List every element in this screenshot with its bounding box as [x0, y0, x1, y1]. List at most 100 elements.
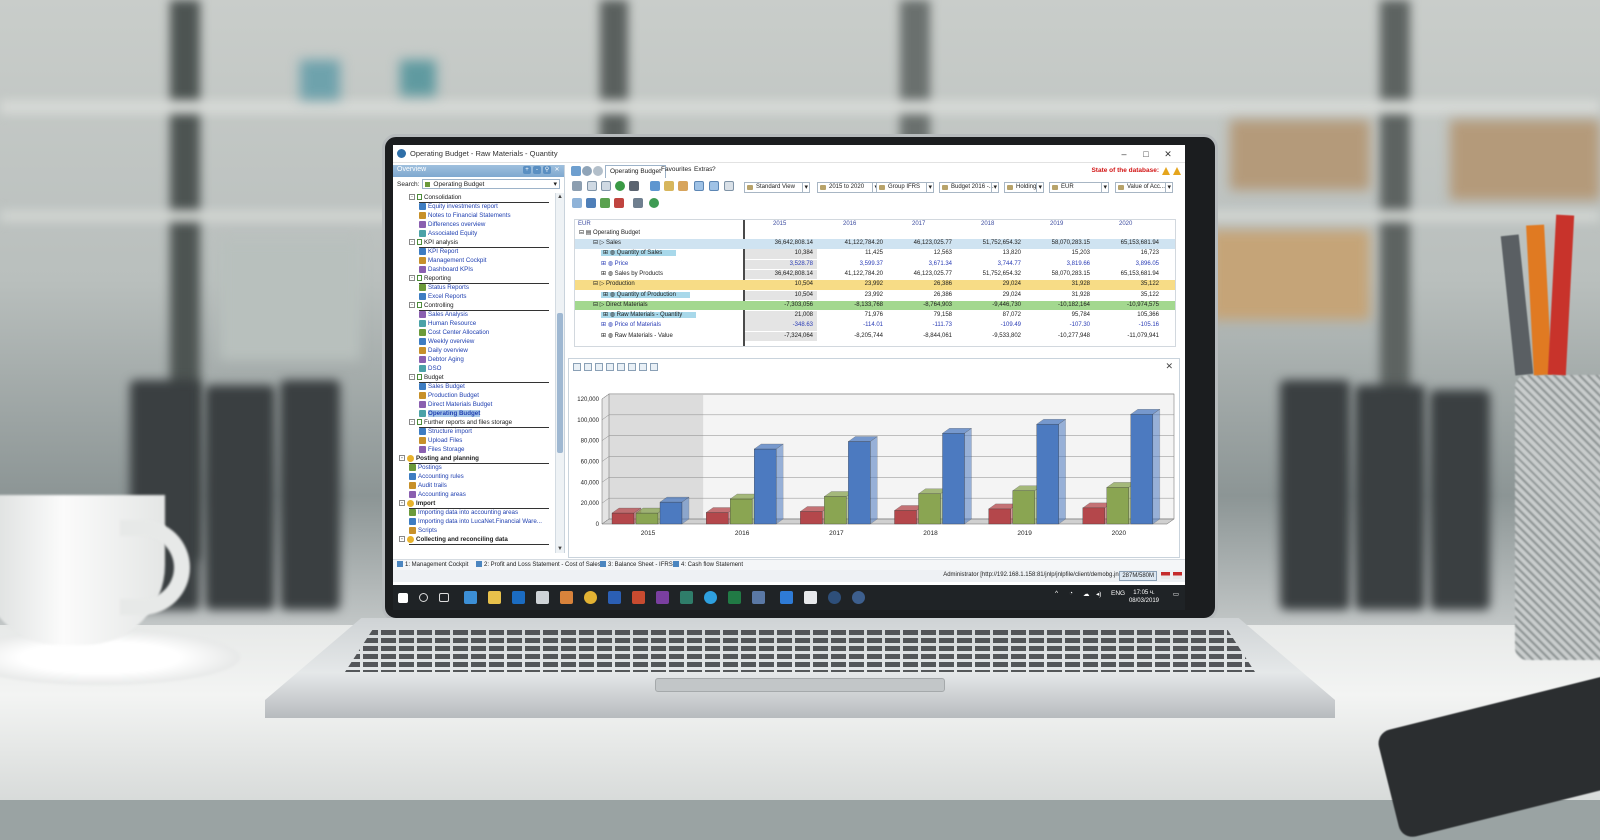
grid-cell[interactable]: 65,153,681.94 [1091, 239, 1159, 249]
tree-item[interactable]: Excel Reports [419, 292, 467, 301]
tree-item[interactable]: Structure import [419, 427, 472, 436]
layout-icon[interactable] [724, 181, 734, 191]
bar[interactable] [1082, 507, 1105, 525]
tree-item[interactable]: Scripts [409, 526, 437, 535]
collapse-toggle-icon[interactable]: - [409, 302, 415, 309]
menu-help[interactable]: ? [712, 166, 716, 173]
table-icon[interactable] [572, 181, 582, 191]
collapse-toggle-icon[interactable]: - [399, 455, 405, 462]
notifications-icon[interactable]: ▭ [1173, 590, 1179, 598]
warning-icon[interactable] [1162, 167, 1170, 175]
grid-cell[interactable]: -7,324,064 [745, 332, 813, 342]
grid-row[interactable]: ⊞ ◍ Price 3,528.78 3,599.37 3,671.34 3,744.7… [575, 259, 1175, 270]
back-icon[interactable] [582, 166, 592, 176]
tree-item[interactable]: - KPI analysis [409, 238, 458, 247]
grid-cell[interactable]: 65,153,681.94 [1091, 270, 1159, 280]
tree-item[interactable]: Accounting rules [409, 472, 464, 481]
tree-item[interactable]: Importing data into LucaNet.Financial Wa… [409, 517, 542, 526]
grid-cell[interactable]: -8,133,768 [815, 301, 883, 311]
sheet-tab[interactable]: 3: Balance Sheet - IFRS [600, 560, 673, 570]
tree-collapse-icon[interactable]: - [533, 166, 541, 174]
grid-row[interactable]: ⊞ ◍ Price of Materials -348.63 -114.01 -111… [575, 321, 1175, 331]
sheet-tab[interactable]: 2: Profit and Loss Statement - Cost of S… [476, 560, 601, 570]
tree-item[interactable]: - Import [399, 499, 435, 508]
grid-cell[interactable]: -11,079,941 [1091, 332, 1159, 342]
forward-icon[interactable] [593, 166, 603, 176]
bar[interactable] [1130, 414, 1153, 525]
tree-item[interactable]: Status Reports [419, 283, 469, 292]
tree-item[interactable]: Human Resource [419, 319, 476, 328]
panel-right-icon[interactable] [586, 198, 596, 208]
grid-cell[interactable]: 10,384 [745, 249, 813, 259]
grid-cell[interactable]: 10,504 [745, 280, 813, 290]
tree-item[interactable]: Equity investments report [419, 202, 498, 211]
language-indicator[interactable]: ENG [1111, 590, 1125, 597]
tree-item[interactable]: KPI Report [419, 247, 458, 256]
grid-cell[interactable]: 26,386 [884, 280, 952, 290]
tray-chevron-icon[interactable]: ^ [1055, 590, 1058, 597]
period-select[interactable]: 2015 to 2020 [817, 182, 880, 193]
collapse-toggle-icon[interactable]: - [409, 194, 415, 201]
tree-item[interactable]: Daily overview [419, 346, 468, 355]
grid-cell[interactable]: -114.01 [815, 321, 883, 331]
bar[interactable] [635, 512, 659, 525]
tree-item[interactable]: Notes to Financial Statements [419, 211, 511, 220]
open-icon[interactable] [664, 181, 674, 191]
tree-item[interactable]: Debtor Aging [419, 355, 464, 364]
collapse-toggle-icon[interactable]: - [409, 275, 415, 282]
grid-cell[interactable]: 13,820 [953, 249, 1021, 259]
volume-icon[interactable]: ◂) [1096, 590, 1101, 598]
grid-cell[interactable]: -10,974,575 [1091, 301, 1159, 311]
bar[interactable] [942, 433, 965, 525]
grid-cell[interactable]: 21,008 [745, 311, 813, 321]
bar[interactable] [730, 498, 753, 525]
grid-cell[interactable]: 29,024 [953, 280, 1021, 290]
grid-cell[interactable]: -111.73 [884, 321, 952, 331]
collapse-toggle-icon[interactable]: - [399, 500, 405, 507]
tree-item[interactable]: - Reporting [409, 274, 451, 283]
tree-item[interactable]: DSO [419, 364, 441, 373]
collapse-toggle-icon[interactable]: - [409, 419, 415, 426]
grid-cell[interactable]: 46,123,025.77 [884, 270, 952, 280]
value-select[interactable]: Value of Acc... [1115, 182, 1173, 193]
grid-cell[interactable]: 36,642,808.14 [745, 270, 813, 280]
tree-item[interactable]: Importing data into accounting areas [409, 508, 518, 517]
grid-cell[interactable]: 15,203 [1022, 249, 1090, 259]
grid-cell[interactable]: 58,070,283.15 [1022, 270, 1090, 280]
clock[interactable]: 17:05 ч. 08/03/2019 [1129, 589, 1159, 605]
home-icon[interactable] [571, 166, 581, 176]
ie-icon[interactable] [780, 591, 793, 604]
grid-row[interactable]: ⊟ ▷ Production 10,504 23,992 26,386 29,024 31… [575, 280, 1175, 290]
task-view-icon[interactable] [439, 593, 449, 602]
tree-item[interactable]: Postings [409, 463, 442, 472]
save-icon[interactable] [678, 181, 688, 191]
tree-item[interactable]: - Further reports and files storage [409, 418, 512, 427]
close-icon[interactable]: ✕ [1159, 147, 1177, 161]
budget-select[interactable]: Budget 2016 -... [939, 182, 999, 193]
tree-item[interactable]: Audit trails [409, 481, 447, 490]
tree-item[interactable]: - Consolidation [409, 193, 462, 202]
media-icon[interactable] [560, 591, 573, 604]
export-icon[interactable] [600, 198, 610, 208]
tree-expand-icon[interactable]: + [523, 166, 531, 174]
grid-cell[interactable]: 41,122,784.20 [815, 239, 883, 249]
tree-item[interactable]: Production Budget [419, 391, 479, 400]
folder-icon[interactable] [650, 181, 660, 191]
grid-row[interactable]: ⊞ ◍ Raw Materials - Value -7,324,064 -8,20… [575, 331, 1175, 342]
grid-cell[interactable]: 29,024 [953, 291, 1021, 301]
grid-cell[interactable]: 58,070,283.15 [1022, 239, 1090, 249]
edge-icon[interactable] [464, 591, 477, 604]
grid-cell[interactable]: 23,992 [815, 280, 883, 290]
warning-icon[interactable] [1173, 167, 1181, 175]
bar[interactable] [659, 501, 683, 525]
grid-cell[interactable]: 51,752,654.32 [953, 239, 1021, 249]
grid-cell[interactable]: 79,158 [884, 311, 952, 321]
bar[interactable] [918, 493, 941, 525]
minimize-icon[interactable]: – [1115, 147, 1133, 161]
grid-cell[interactable]: 23,992 [815, 291, 883, 301]
bar[interactable] [1012, 490, 1035, 525]
grid-cell[interactable]: -8,844,061 [884, 332, 952, 342]
grid-cell[interactable]: 31,928 [1022, 280, 1090, 290]
grid-cell[interactable]: 11,425 [815, 249, 883, 259]
grid-cell[interactable]: 3,744.77 [953, 260, 1021, 270]
